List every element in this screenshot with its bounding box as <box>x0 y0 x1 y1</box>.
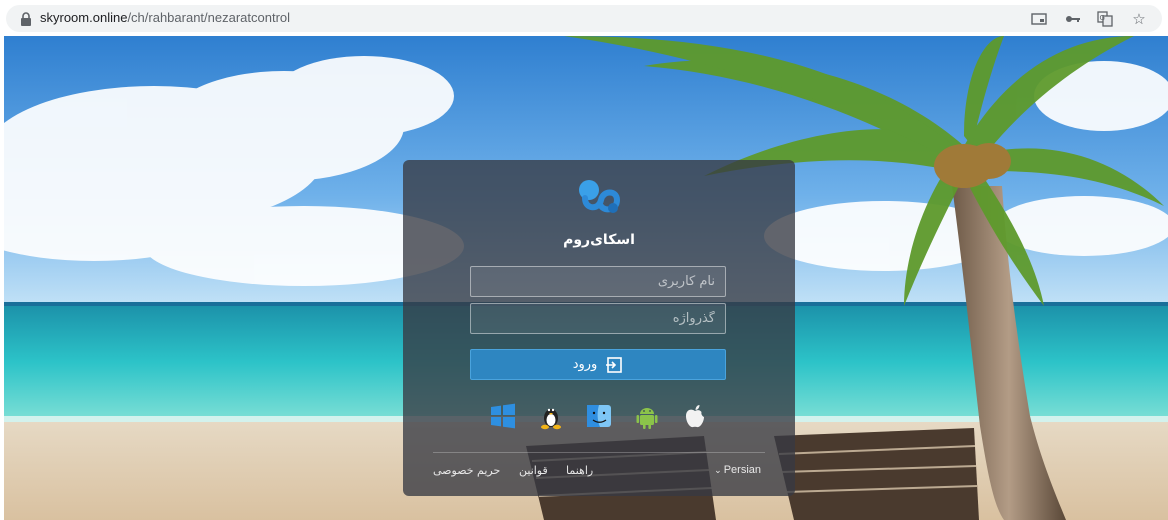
omnibox[interactable]: skyroom.online/ch/rahbarant/nezaratcontr… <box>6 5 1162 32</box>
cast-icon[interactable] <box>1030 10 1048 28</box>
translate-icon[interactable]: G <box>1096 10 1114 28</box>
password-field[interactable] <box>470 303 726 334</box>
key-icon[interactable] <box>1064 10 1082 28</box>
macos-finder-icon[interactable] <box>585 402 613 430</box>
url-host: skyroom.online <box>40 10 128 25</box>
url-path: /ch/rahbarant/nezaratcontrol <box>127 10 291 25</box>
privacy-link[interactable]: حریم خصوصی <box>433 464 500 477</box>
windows-icon[interactable] <box>489 402 517 430</box>
svg-text:G: G <box>1100 14 1105 22</box>
skyroom-logo-icon <box>579 180 621 213</box>
language-label: Persian <box>723 464 761 476</box>
lock-icon[interactable] <box>20 12 32 26</box>
brand-name: اسکای‌روم <box>563 232 635 248</box>
enter-icon <box>606 356 623 373</box>
login-card: اسکای‌روم ورود <box>403 160 795 496</box>
help-link[interactable]: راهنما <box>566 464 593 477</box>
url-text[interactable]: skyroom.online/ch/rahbarant/nezaratcontr… <box>40 10 290 25</box>
language-selector[interactable]: ⌄ Persian <box>714 464 761 476</box>
linux-icon[interactable] <box>537 402 565 430</box>
chevron-down-icon: ⌄ <box>714 465 722 475</box>
platform-downloads <box>489 402 709 432</box>
rules-link[interactable]: قوانین <box>519 464 548 477</box>
browser-address-bar: skyroom.online/ch/rahbarant/nezaratcontr… <box>0 0 1168 36</box>
login-button[interactable]: ورود <box>470 349 726 380</box>
star-icon[interactable]: ☆ <box>1130 10 1148 28</box>
username-field[interactable] <box>470 266 726 297</box>
android-icon[interactable] <box>633 402 661 430</box>
login-button-label: ورود <box>572 357 598 372</box>
apple-icon[interactable] <box>681 402 709 430</box>
footer-divider <box>433 452 765 453</box>
